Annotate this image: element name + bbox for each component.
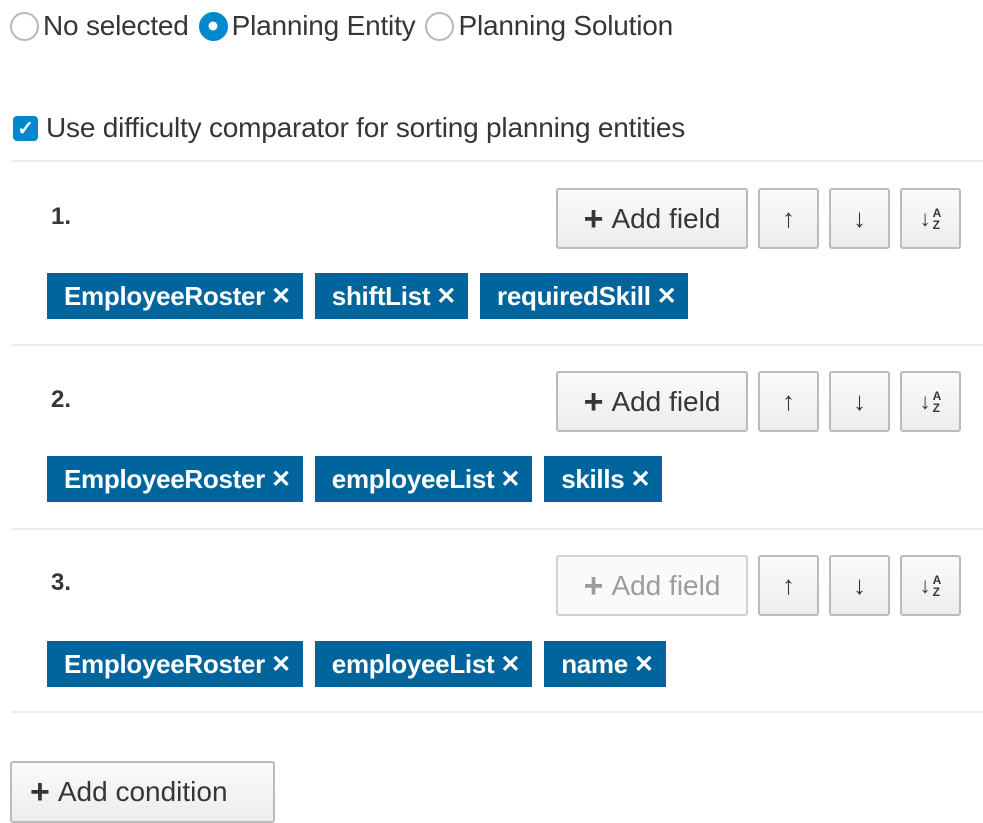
remove-icon[interactable]: ✕ (630, 465, 650, 494)
radio-planning-solution[interactable]: Planning Solution (425, 10, 673, 42)
radio-circle-icon[interactable] (10, 11, 39, 41)
checkmark-icon[interactable]: ✓ (13, 115, 38, 141)
add-field-button[interactable]: + Add field (556, 555, 748, 616)
arrow-down-icon: ↓ (853, 203, 866, 233)
divider (12, 344, 983, 346)
plus-icon: + (30, 773, 50, 811)
sort-button[interactable]: ↓ AZ (900, 371, 961, 432)
move-down-button[interactable]: ↓ (829, 371, 890, 432)
plus-icon: + (583, 566, 604, 605)
plus-icon: + (583, 199, 604, 238)
arrow-down-icon: ↓ (853, 386, 866, 416)
sort-az-icon: ↓ AZ (919, 388, 942, 415)
radio-checked-icon[interactable] (198, 11, 228, 41)
remove-icon[interactable]: ✕ (657, 282, 677, 311)
add-field-label: Add field (611, 385, 721, 417)
field-tags: EmployeeRoster ✕ shiftList ✕ requiredSkill… (47, 273, 700, 319)
sort-button[interactable]: ↓ AZ (900, 188, 961, 249)
remove-icon[interactable]: ✕ (271, 465, 291, 494)
remove-icon[interactable]: ✕ (271, 282, 291, 311)
radio-label: Planning Solution (458, 10, 674, 41)
condition-number: 1. (51, 203, 72, 230)
condition-toolbar: + Add field ↑ ↓ ↓ AZ (546, 555, 961, 616)
remove-icon[interactable]: ✕ (500, 465, 520, 494)
arrow-down-icon: ↓ (853, 570, 866, 600)
move-up-button[interactable]: ↑ (758, 555, 819, 616)
difficulty-comparator-checkbox[interactable]: ✓ Use difficulty comparator for sorting … (13, 112, 685, 144)
divider (12, 160, 983, 162)
condition-number: 3. (51, 569, 72, 596)
field-tags: EmployeeRoster ✕ employeeList ✕ name ✕ (47, 641, 678, 687)
field-tag: EmployeeRoster ✕ (47, 273, 303, 319)
add-field-button[interactable]: + Add field (556, 371, 748, 432)
remove-icon[interactable]: ✕ (271, 650, 291, 679)
move-up-button[interactable]: ↑ (758, 371, 819, 432)
field-tag: name ✕ (544, 641, 666, 687)
checkbox-label: Use difficulty comparator for sorting pl… (46, 112, 686, 143)
sort-az-icon: ↓ AZ (919, 205, 942, 232)
move-down-button[interactable]: ↓ (829, 555, 890, 616)
field-tag: employeeList ✕ (314, 641, 533, 687)
sort-button[interactable]: ↓ AZ (900, 555, 961, 616)
add-condition-label: Add condition (57, 776, 228, 807)
radio-no-selected[interactable]: No selected (10, 10, 189, 42)
field-tag: EmployeeRoster ✕ (47, 456, 303, 502)
field-tag: requiredSkill ✕ (480, 273, 689, 319)
remove-icon[interactable]: ✕ (436, 282, 456, 311)
radio-label: No selected (43, 10, 189, 41)
radio-label: Planning Entity (231, 10, 416, 41)
add-field-label: Add field (611, 569, 721, 601)
condition-toolbar: + Add field ↑ ↓ ↓ AZ (546, 371, 961, 432)
divider (12, 528, 983, 530)
remove-icon[interactable]: ✕ (634, 650, 654, 679)
arrow-up-icon: ↑ (782, 203, 795, 233)
add-condition-button[interactable]: + Add condition (10, 761, 275, 823)
field-tag: employeeList ✕ (314, 456, 533, 502)
condition-number: 2. (51, 386, 72, 413)
field-tag: EmployeeRoster ✕ (47, 641, 303, 687)
move-down-button[interactable]: ↓ (829, 188, 890, 249)
mode-radio-group: No selected Planning Entity Planning Sol… (10, 10, 683, 42)
remove-icon[interactable]: ✕ (500, 650, 520, 679)
plus-icon: + (583, 382, 604, 421)
arrow-up-icon: ↑ (782, 386, 795, 416)
radio-planning-entity[interactable]: Planning Entity (198, 10, 416, 42)
condition-toolbar: + Add field ↑ ↓ ↓ AZ (546, 188, 961, 249)
radio-circle-icon[interactable] (425, 11, 455, 41)
add-field-label: Add field (611, 202, 721, 234)
field-tags: EmployeeRoster ✕ employeeList ✕ skills ✕ (47, 456, 674, 502)
move-up-button[interactable]: ↑ (758, 188, 819, 249)
divider (12, 711, 983, 713)
field-tag: shiftList ✕ (314, 273, 469, 319)
sort-az-icon: ↓ AZ (919, 572, 942, 599)
arrow-up-icon: ↑ (782, 570, 795, 600)
add-field-button[interactable]: + Add field (556, 188, 748, 249)
field-tag: skills ✕ (544, 456, 663, 502)
